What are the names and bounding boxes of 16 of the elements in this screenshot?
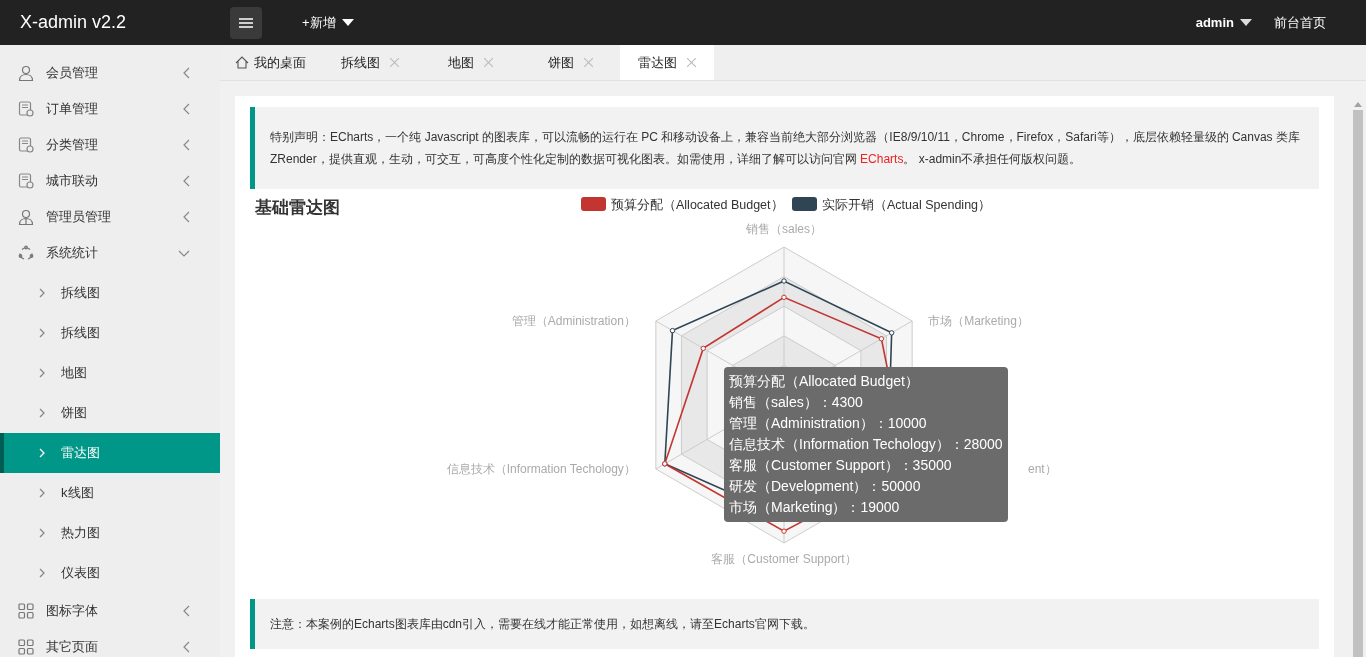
tooltip-line: 管理（Administration）：10000 [729, 414, 928, 433]
tooltip-line: 销售（sales）：4300 [729, 393, 864, 412]
axis-label: 销售（sales） [746, 222, 822, 236]
tooltip-title: 预算分配（Allocated Budget） [729, 372, 920, 391]
axis-label: 市场（Marketing） [928, 314, 1029, 328]
tooltip-line: 研发（Development）：50000 [729, 477, 922, 496]
axis-label: 客服（Customer Support） [711, 552, 857, 566]
note-text: 注意：本案例的Echarts图表库由cdn引入，需要在线才能正常使用，如想离线，请至Echarts官网下载。 [270, 616, 816, 633]
chart-title: 基础雷达图 [255, 198, 340, 217]
tooltip-line: 市场（Marketing）：19000 [729, 498, 901, 517]
tooltip-line: 信息技术（Information Techology）：28000 [729, 435, 1003, 454]
axis-label: 管理（Administration） [511, 314, 636, 328]
notice-text: 特别声明：ECharts，一个纯 Javascript 的图表库，可以流畅的运行在 PC 和移动设备上，兼容当前绝大部分浏览器（IE8/9/10/11，Chrome，Firefox，Safari等），底层依赖轻量级的 Canvas 类库 ZRender，提供直观，生动，可交互，可高度个性化定制的数据可视化图表。如需使用，详细了解可以访问官网 ECharts。 x-admin不承担任何版权问题。 [270, 129, 1301, 168]
axis-label: 信息技术（Information Techology） [446, 462, 636, 476]
tooltip-line: 客服（Customer Support）：35000 [729, 456, 953, 475]
axis-label: ent） [1028, 462, 1057, 476]
